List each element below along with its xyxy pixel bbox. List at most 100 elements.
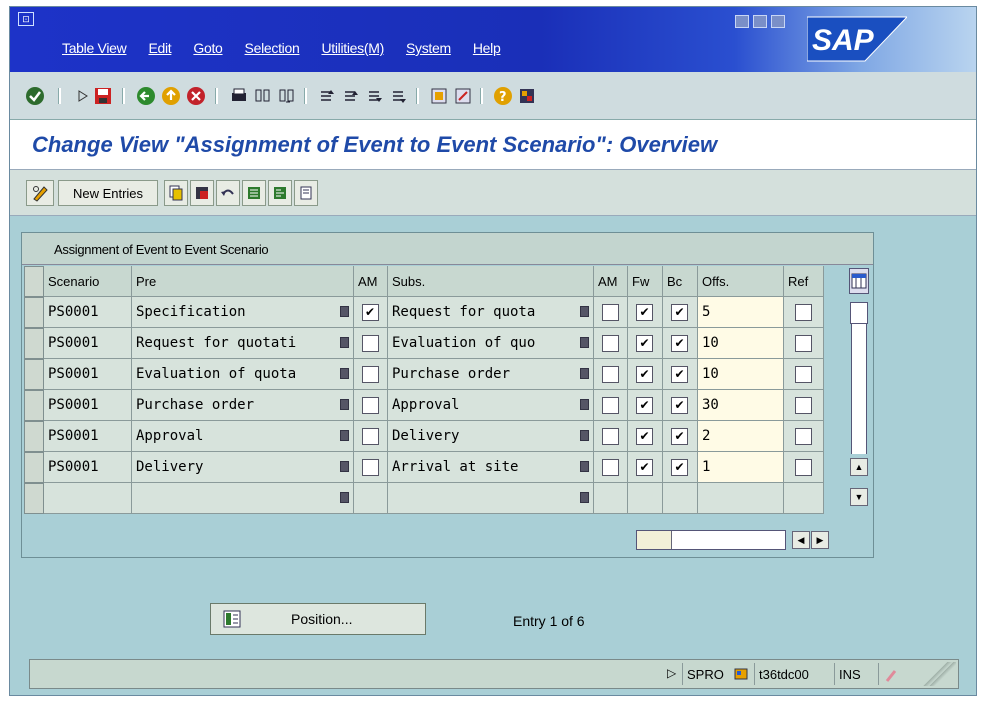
value-help-icon[interactable] <box>340 430 349 441</box>
select-block-button[interactable] <box>268 180 292 206</box>
subsequent-event-field[interactable]: Delivery <box>388 421 594 452</box>
pre-am-checkbox[interactable] <box>361 428 379 445</box>
offset-input[interactable]: 10 <box>698 328 784 359</box>
offset-input[interactable]: 30 <box>698 390 784 421</box>
help-icon[interactable]: ? <box>492 85 514 107</box>
fw-checkbox[interactable]: ✔ <box>636 366 653 383</box>
scroll-right-icon[interactable]: ▶ <box>811 531 829 549</box>
vertical-scroll-track[interactable] <box>851 324 867 454</box>
create-session-icon[interactable] <box>428 85 450 107</box>
minimize-button[interactable] <box>735 15 749 28</box>
copy-as-button[interactable] <box>164 180 188 206</box>
ref-checkbox[interactable] <box>794 366 812 383</box>
bc-checkbox[interactable]: ✔ <box>671 397 688 414</box>
subs-am-checkbox[interactable] <box>601 304 619 321</box>
header-subs-am[interactable]: AM <box>594 266 628 297</box>
header-subs[interactable]: Subs. <box>388 266 594 297</box>
subsequent-event-field[interactable]: Evaluation of quo <box>388 328 594 359</box>
subs-am-checkbox[interactable] <box>601 335 619 352</box>
find-next-icon[interactable] <box>276 85 298 107</box>
header-ref[interactable]: Ref <box>784 266 824 297</box>
pre-am-checkbox[interactable] <box>361 335 379 352</box>
back-icon[interactable] <box>135 85 157 107</box>
layout-menu-icon[interactable] <box>516 85 538 107</box>
ref-checkbox[interactable] <box>794 397 812 414</box>
pre-am-checkbox[interactable]: ✔ <box>361 304 379 321</box>
table-settings-icon[interactable] <box>849 268 869 294</box>
header-pre-am[interactable]: AM <box>354 266 388 297</box>
last-page-icon[interactable] <box>388 85 410 107</box>
ref-checkbox[interactable] <box>794 459 812 476</box>
horizontal-scrollbar[interactable] <box>636 530 786 550</box>
fw-checkbox[interactable]: ✔ <box>636 459 653 476</box>
bc-checkbox[interactable]: ✔ <box>671 366 688 383</box>
ref-checkbox[interactable] <box>794 335 812 352</box>
subsequent-event-field[interactable]: Approval <box>388 390 594 421</box>
maximize-button[interactable] <box>753 15 767 28</box>
value-help-icon[interactable] <box>340 368 349 379</box>
row-selector[interactable] <box>24 297 44 328</box>
value-help-icon[interactable] <box>580 430 589 441</box>
system-menu-icon[interactable]: ⊡ <box>18 12 34 26</box>
pre-am-checkbox[interactable] <box>361 459 379 476</box>
menu-system[interactable]: System <box>406 40 451 56</box>
scroll-left-icon[interactable]: ◀ <box>792 531 810 549</box>
row-selector[interactable] <box>24 483 44 514</box>
close-window-button[interactable] <box>771 15 785 28</box>
next-page-icon[interactable] <box>364 85 386 107</box>
value-help-icon[interactable] <box>340 492 349 503</box>
bc-checkbox[interactable]: ✔ <box>671 335 688 352</box>
status-expand-icon[interactable]: ▷ <box>667 666 676 680</box>
value-help-icon[interactable] <box>340 337 349 348</box>
value-help-icon[interactable] <box>340 461 349 472</box>
horizontal-scroll-thumb[interactable] <box>637 531 672 549</box>
value-help-icon[interactable] <box>580 306 589 317</box>
header-offs[interactable]: Offs. <box>698 266 784 297</box>
select-all-rows-button[interactable] <box>24 266 44 297</box>
value-help-icon[interactable] <box>580 461 589 472</box>
value-help-icon[interactable] <box>340 306 349 317</box>
bc-checkbox[interactable]: ✔ <box>671 428 688 445</box>
row-selector[interactable] <box>24 390 44 421</box>
menu-table-view[interactable]: Table View <box>62 40 127 56</box>
menu-selection[interactable]: Selection <box>245 40 300 56</box>
delete-button[interactable] <box>190 180 214 206</box>
offset-input[interactable]: 1 <box>698 452 784 483</box>
subsequent-event-field[interactable]: Purchase order <box>388 359 594 390</box>
pre-event-field[interactable]: Request for quotati <box>132 328 354 359</box>
row-selector[interactable] <box>24 359 44 390</box>
value-help-icon[interactable] <box>580 492 589 503</box>
fw-checkbox[interactable]: ✔ <box>636 428 653 445</box>
fw-checkbox[interactable]: ✔ <box>636 335 653 352</box>
header-scenario[interactable]: Scenario <box>44 266 132 297</box>
subsequent-event-field[interactable]: Arrival at site <box>388 452 594 483</box>
subs-am-checkbox[interactable] <box>601 366 619 383</box>
subs-am-checkbox[interactable] <box>601 428 619 445</box>
enter-icon[interactable] <box>24 85 46 107</box>
shortcut-icon[interactable] <box>452 85 474 107</box>
pre-event-field[interactable]: Approval <box>132 421 354 452</box>
subs-am-checkbox[interactable] <box>601 459 619 476</box>
ref-checkbox[interactable] <box>794 428 812 445</box>
header-pre[interactable]: Pre <box>132 266 354 297</box>
pre-event-field[interactable] <box>132 483 354 514</box>
menu-utilities[interactable]: Utilities(M) <box>321 40 384 56</box>
bc-checkbox[interactable]: ✔ <box>671 304 688 321</box>
pre-event-field[interactable]: Purchase order <box>132 390 354 421</box>
row-selector[interactable] <box>24 452 44 483</box>
header-bc[interactable]: Bc <box>663 266 698 297</box>
position-button[interactable]: Position... <box>210 603 426 635</box>
print-icon[interactable] <box>228 85 250 107</box>
deselect-all-button[interactable] <box>294 180 318 206</box>
scroll-up-icon[interactable]: ▲ <box>850 458 868 476</box>
scroll-down-icon[interactable]: ▼ <box>850 488 868 506</box>
status-mode[interactable]: INS <box>834 663 878 685</box>
offset-input[interactable]: 2 <box>698 421 784 452</box>
status-server-icon[interactable] <box>730 663 754 685</box>
menu-edit[interactable]: Edit <box>148 40 171 56</box>
pre-event-field[interactable]: Delivery <box>132 452 354 483</box>
pre-event-field[interactable]: Evaluation of quota <box>132 359 354 390</box>
select-all-button[interactable] <box>242 180 266 206</box>
cancel-icon[interactable] <box>185 85 207 107</box>
subs-am-checkbox[interactable] <box>601 397 619 414</box>
